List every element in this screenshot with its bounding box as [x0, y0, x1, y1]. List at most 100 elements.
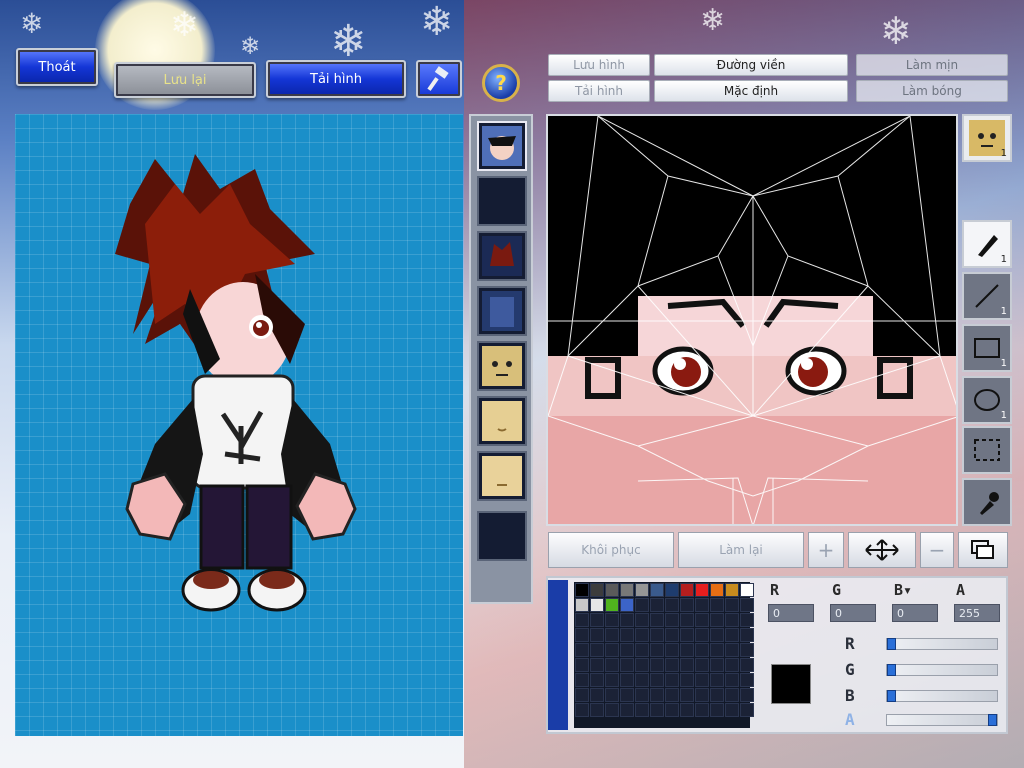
- palette-cell[interactable]: [665, 703, 679, 717]
- palette-cell[interactable]: [695, 628, 709, 642]
- palette-cell[interactable]: [725, 583, 739, 597]
- tab-smooth[interactable]: Làm mịn: [856, 54, 1008, 76]
- ellipse-tool[interactable]: 1: [962, 376, 1012, 424]
- palette-cell[interactable]: [665, 673, 679, 687]
- palette-cell[interactable]: [665, 658, 679, 672]
- palette-cell[interactable]: [605, 583, 619, 597]
- palette-cell[interactable]: [635, 598, 649, 612]
- rect-tool[interactable]: 1: [962, 324, 1012, 372]
- palette-cell[interactable]: [575, 613, 589, 627]
- save-button[interactable]: Lưu lại: [114, 62, 256, 98]
- tab-outline[interactable]: Đường viền: [654, 54, 848, 76]
- palette-cell[interactable]: [665, 598, 679, 612]
- select-tool[interactable]: [962, 426, 1012, 474]
- palette-cell[interactable]: [680, 613, 694, 627]
- palette-cell[interactable]: [725, 658, 739, 672]
- palette-cell[interactable]: [665, 628, 679, 642]
- palette-cell[interactable]: [635, 643, 649, 657]
- palette-cell[interactable]: [590, 613, 604, 627]
- tab-save-image[interactable]: Lưu hình: [548, 54, 650, 76]
- part-slot-face-3[interactable]: [477, 451, 527, 501]
- r-slider[interactable]: [886, 638, 998, 650]
- palette-cell[interactable]: [590, 583, 604, 597]
- a-slider-handle[interactable]: [988, 714, 997, 726]
- palette-cell[interactable]: [710, 688, 724, 702]
- palette-cell[interactable]: [635, 583, 649, 597]
- palette-cell[interactable]: [710, 643, 724, 657]
- face-preview-button[interactable]: 1: [962, 114, 1012, 162]
- palette-cell[interactable]: [680, 643, 694, 657]
- palette-cell[interactable]: [725, 628, 739, 642]
- texture-editor-canvas[interactable]: [546, 114, 958, 526]
- b-slider[interactable]: [886, 690, 998, 702]
- tab-shine[interactable]: Làm bóng: [856, 80, 1008, 102]
- pen-tool[interactable]: 1: [962, 220, 1012, 268]
- palette-cell[interactable]: [650, 628, 664, 642]
- palette-cell[interactable]: [620, 643, 634, 657]
- palette-cell[interactable]: [605, 643, 619, 657]
- palette-cell[interactable]: [695, 583, 709, 597]
- palette-cell[interactable]: [665, 643, 679, 657]
- palette-cell[interactable]: [665, 583, 679, 597]
- palette-cell[interactable]: [695, 643, 709, 657]
- palette-cell[interactable]: [635, 688, 649, 702]
- palette-cell[interactable]: [635, 703, 649, 717]
- palette-cell[interactable]: [710, 613, 724, 627]
- part-slot-empty[interactable]: [477, 511, 527, 561]
- palette-cell[interactable]: [680, 583, 694, 597]
- palette-cell[interactable]: [620, 628, 634, 642]
- palette-cell[interactable]: [590, 643, 604, 657]
- palette-cell[interactable]: [650, 613, 664, 627]
- palette-cell[interactable]: [575, 643, 589, 657]
- build-button[interactable]: [416, 60, 462, 98]
- zoom-in-button[interactable]: +: [808, 532, 844, 568]
- palette-cell[interactable]: [665, 688, 679, 702]
- palette-cell[interactable]: [575, 583, 589, 597]
- palette-cell[interactable]: [725, 703, 739, 717]
- palette-cell[interactable]: [695, 673, 709, 687]
- palette-cell[interactable]: [725, 688, 739, 702]
- palette-cell[interactable]: [575, 703, 589, 717]
- palette-cell[interactable]: [740, 613, 754, 627]
- palette-cell[interactable]: [710, 628, 724, 642]
- color-palette[interactable]: [574, 582, 754, 728]
- palette-cell[interactable]: [620, 613, 634, 627]
- palette-cell[interactable]: [710, 658, 724, 672]
- part-slot-face-2[interactable]: [477, 396, 527, 446]
- a-value-field[interactable]: 255: [954, 604, 1000, 622]
- palette-cell[interactable]: [650, 673, 664, 687]
- palette-cell[interactable]: [605, 688, 619, 702]
- tab-default[interactable]: Mặc định: [654, 80, 848, 102]
- palette-cell[interactable]: [650, 583, 664, 597]
- line-tool[interactable]: 1: [962, 272, 1012, 320]
- palette-tabs[interactable]: [548, 580, 568, 730]
- palette-cell[interactable]: [665, 613, 679, 627]
- tab-load-image[interactable]: Tải hình: [548, 80, 650, 102]
- palette-cell[interactable]: [680, 658, 694, 672]
- palette-cell[interactable]: [695, 688, 709, 702]
- palette-cell[interactable]: [650, 598, 664, 612]
- palette-cell[interactable]: [710, 598, 724, 612]
- palette-cell[interactable]: [650, 658, 664, 672]
- palette-cell[interactable]: [590, 628, 604, 642]
- eyedropper-tool[interactable]: [962, 478, 1012, 526]
- reload-image-button[interactable]: Tải hình: [266, 60, 406, 98]
- palette-cell[interactable]: [740, 598, 754, 612]
- palette-cell[interactable]: [575, 658, 589, 672]
- palette-cell[interactable]: [590, 658, 604, 672]
- palette-cell[interactable]: [575, 673, 589, 687]
- palette-cell[interactable]: [725, 613, 739, 627]
- palette-cell[interactable]: [680, 628, 694, 642]
- r-slider-handle[interactable]: [887, 638, 896, 650]
- layers-button[interactable]: [958, 532, 1008, 568]
- a-slider[interactable]: [886, 714, 998, 726]
- palette-cell[interactable]: [650, 643, 664, 657]
- palette-cell[interactable]: [590, 673, 604, 687]
- palette-cell[interactable]: [740, 583, 754, 597]
- palette-cell[interactable]: [710, 583, 724, 597]
- palette-cell[interactable]: [725, 643, 739, 657]
- palette-cell[interactable]: [620, 658, 634, 672]
- palette-cell[interactable]: [695, 613, 709, 627]
- part-slot-body[interactable]: [477, 286, 527, 336]
- part-slot-face-1[interactable]: [477, 341, 527, 391]
